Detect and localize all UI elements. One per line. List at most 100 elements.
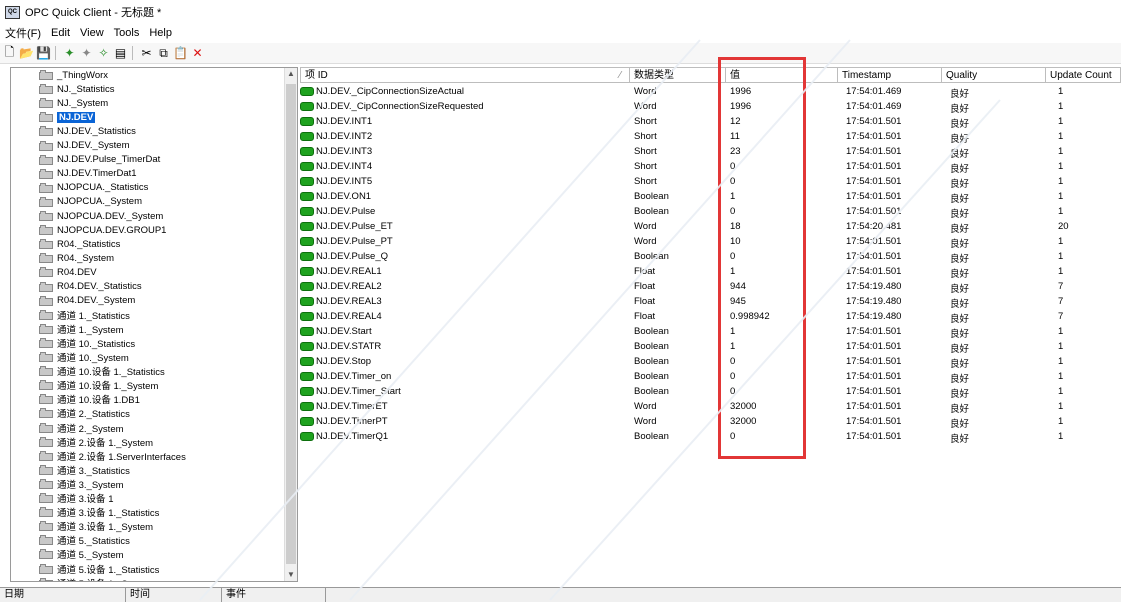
status-event[interactable]: 事件	[222, 588, 326, 602]
tree-item[interactable]: 通道 10._System	[39, 350, 129, 364]
tree-item[interactable]: 通道 10.设备 1.DB1	[39, 392, 140, 406]
col-data-type[interactable]: 数据类型	[630, 67, 726, 83]
new-server-icon[interactable]: ✦	[62, 46, 77, 61]
group-tree[interactable]: _ThingWorx NJ._Statistics NJ._System NJ.DEV…	[11, 68, 285, 581]
tree-item[interactable]: 通道 5.设备 1._Statistics	[39, 562, 159, 576]
tree-item[interactable]: NJ.DEV.Pulse_TimerDat	[39, 153, 160, 167]
tree-item[interactable]: 通道 1._System	[39, 322, 124, 336]
cell-item-id: NJ.DEV.Stop	[300, 356, 371, 367]
tree-item[interactable]: 通道 10.设备 1._Statistics	[39, 364, 165, 378]
cell-item-id-text: NJ.DEV.Pulse_ET	[316, 221, 393, 232]
tree-item[interactable]: R04.DEV._Statistics	[39, 280, 142, 294]
tree-item[interactable]: 通道 5._Statistics	[39, 533, 130, 547]
table-row[interactable]: NJ.DEV.INT5 Short 0 17:54:01.501 良好 1	[300, 175, 1121, 190]
tree-item-label: R04.DEV._Statistics	[57, 281, 142, 292]
new-group-icon[interactable]: ✦	[79, 46, 94, 61]
tree-item[interactable]: NJ._Statistics	[39, 82, 115, 96]
table-row[interactable]: NJ.DEV.Start Boolean 1 17:54:01.501 良好 1	[300, 325, 1121, 340]
menu-view[interactable]: View	[75, 27, 109, 39]
tree-item[interactable]: NJ._System	[39, 96, 108, 110]
tree-scrollbar[interactable]: ▲ ▼	[284, 68, 297, 581]
tree-item[interactable]: 通道 3.设备 1._System	[39, 519, 153, 533]
tree-item[interactable]: 通道 2.设备 1._System	[39, 435, 153, 449]
tree-item[interactable]: NJOPCUA.DEV._System	[39, 209, 163, 223]
item-list-pane[interactable]: 项 ID ⁄ 数据类型 值 Timestamp Quality Update Co…	[300, 67, 1121, 580]
cut-icon[interactable]: ✂	[139, 46, 154, 61]
table-row[interactable]: NJ.DEV.REAL1 Float 1 17:54:01.501 良好 1	[300, 265, 1121, 280]
cell-item-id: NJ.DEV.TimerPT	[300, 416, 388, 427]
tree-item[interactable]: R04.DEV	[39, 265, 97, 279]
status-time[interactable]: 时间	[126, 588, 222, 602]
menu-edit[interactable]: Edit	[46, 27, 75, 39]
scroll-thumb[interactable]	[286, 84, 296, 564]
tree-item[interactable]: NJ.DEV.TimerDat1	[39, 167, 137, 181]
cell-item-id: NJ.DEV.TimerET	[300, 401, 388, 412]
tree-item[interactable]: 通道 3._Statistics	[39, 463, 130, 477]
tree-item[interactable]: NJ.DEV._System	[39, 139, 130, 153]
tree-item[interactable]: 通道 3.设备 1	[39, 491, 114, 505]
delete-icon[interactable]: ✕	[190, 46, 205, 61]
tree-item[interactable]: NJOPCUA._Statistics	[39, 181, 148, 195]
tree-item[interactable]: R04._System	[39, 251, 114, 265]
tree-item[interactable]: 通道 5.设备 1._System	[39, 576, 153, 581]
tree-item[interactable]: R04._Statistics	[39, 237, 120, 251]
tree-item[interactable]: NJ.DEV._Statistics	[39, 124, 136, 138]
save-icon[interactable]: 💾	[36, 46, 51, 61]
table-row[interactable]: NJ.DEV.TimerQ1 Boolean 0 17:54:01.501 良好 1	[300, 430, 1121, 445]
table-row[interactable]: NJ.DEV.REAL4 Float 0.998942 17:54:19.480 良好 7	[300, 310, 1121, 325]
col-value[interactable]: 值	[726, 67, 838, 83]
table-row[interactable]: NJ.DEV.Stop Boolean 0 17:54:01.501 良好 1	[300, 355, 1121, 370]
tree-pane[interactable]: _ThingWorx NJ._Statistics NJ._System NJ.DEV…	[10, 67, 298, 582]
col-item-id[interactable]: 项 ID ⁄	[300, 67, 630, 83]
table-row[interactable]: NJ.DEV.Timer_Start Boolean 0 17:54:01.501 良好…	[300, 385, 1121, 400]
scroll-down-icon[interactable]: ▼	[285, 569, 297, 581]
tree-item[interactable]: NJOPCUA._System	[39, 195, 142, 209]
menu-tools[interactable]: Tools	[109, 27, 145, 39]
table-row[interactable]: NJ.DEV.INT3 Short 23 17:54:01.501 良好 1	[300, 145, 1121, 160]
tree-item[interactable]: 通道 2._System	[39, 421, 124, 435]
tree-item[interactable]: 通道 10.设备 1._System	[39, 378, 158, 392]
table-row[interactable]: NJ.DEV.REAL3 Float 945 17:54:19.480 良好 7	[300, 295, 1121, 310]
paste-icon[interactable]: 📋	[173, 46, 188, 61]
tree-item[interactable]: NJ.DEV	[39, 110, 96, 124]
col-timestamp[interactable]: Timestamp	[838, 67, 942, 83]
menu-file[interactable]: 文件(F)	[0, 25, 46, 41]
open-icon[interactable]: 📂	[19, 46, 34, 61]
table-row[interactable]: NJ.DEV.ON1 Boolean 1 17:54:01.501 良好 1	[300, 190, 1121, 205]
table-row[interactable]: NJ.DEV.Pulse_Q Boolean 0 17:54:01.501 良好 1	[300, 250, 1121, 265]
tree-item[interactable]: 通道 3.设备 1._Statistics	[39, 505, 159, 519]
table-row[interactable]: NJ.DEV.INT1 Short 12 17:54:01.501 良好 1	[300, 115, 1121, 130]
tree-item[interactable]: _ThingWorx	[39, 68, 108, 82]
tree-item[interactable]: 通道 5._System	[39, 547, 124, 561]
tree-item[interactable]: 通道 3._System	[39, 477, 124, 491]
cell-item-id-text: NJ.DEV.INT1	[316, 116, 373, 127]
table-row[interactable]: NJ.DEV.TimerPT Word 32000 17:54:01.501 良好 1	[300, 415, 1121, 430]
table-row[interactable]: NJ.DEV._CipConnectionSizeActual Word 1996 1…	[300, 85, 1121, 100]
table-row[interactable]: NJ.DEV.Pulse Boolean 0 17:54:01.501 良好 1	[300, 205, 1121, 220]
table-row[interactable]: NJ.DEV.REAL2 Float 944 17:54:19.480 良好 7	[300, 280, 1121, 295]
scroll-up-icon[interactable]: ▲	[285, 68, 297, 80]
table-row[interactable]: NJ.DEV._CipConnectionSizeRequested Word 19…	[300, 100, 1121, 115]
table-row[interactable]: NJ.DEV.INT2 Short 11 17:54:01.501 良好 1	[300, 130, 1121, 145]
tree-item[interactable]: 通道 10._Statistics	[39, 336, 135, 350]
table-row[interactable]: NJ.DEV.Pulse_PT Word 10 17:54:01.501 良好 1	[300, 235, 1121, 250]
menu-help[interactable]: Help	[144, 27, 177, 39]
col-update-count[interactable]: Update Count	[1046, 67, 1121, 83]
tree-item[interactable]: 通道 2._Statistics	[39, 406, 130, 420]
table-row[interactable]: NJ.DEV.Timer_on Boolean 0 17:54:01.501 良好 1	[300, 370, 1121, 385]
properties-icon[interactable]: ▤	[113, 46, 128, 61]
new-icon[interactable]: 🗋	[2, 45, 17, 61]
new-item-icon[interactable]: ✧	[96, 46, 111, 61]
col-quality[interactable]: Quality	[942, 67, 1046, 83]
status-date[interactable]: 日期	[0, 588, 126, 602]
cell-count: 1	[1058, 356, 1064, 367]
copy-icon[interactable]: ⧉	[156, 46, 171, 61]
tree-item[interactable]: 通道 2.设备 1.ServerInterfaces	[39, 449, 186, 463]
table-row[interactable]: NJ.DEV.INT4 Short 0 17:54:01.501 良好 1	[300, 160, 1121, 175]
tree-item[interactable]: 通道 1._Statistics	[39, 308, 130, 322]
tree-item[interactable]: NJOPCUA.DEV.GROUP1	[39, 223, 166, 237]
table-row[interactable]: NJ.DEV.STATR Boolean 1 17:54:01.501 良好 1	[300, 340, 1121, 355]
tree-item[interactable]: R04.DEV._System	[39, 294, 135, 308]
table-row[interactable]: NJ.DEV.Pulse_ET Word 18 17:54:20.481 良好 20	[300, 220, 1121, 235]
table-row[interactable]: NJ.DEV.TimerET Word 32000 17:54:01.501 良好 1	[300, 400, 1121, 415]
